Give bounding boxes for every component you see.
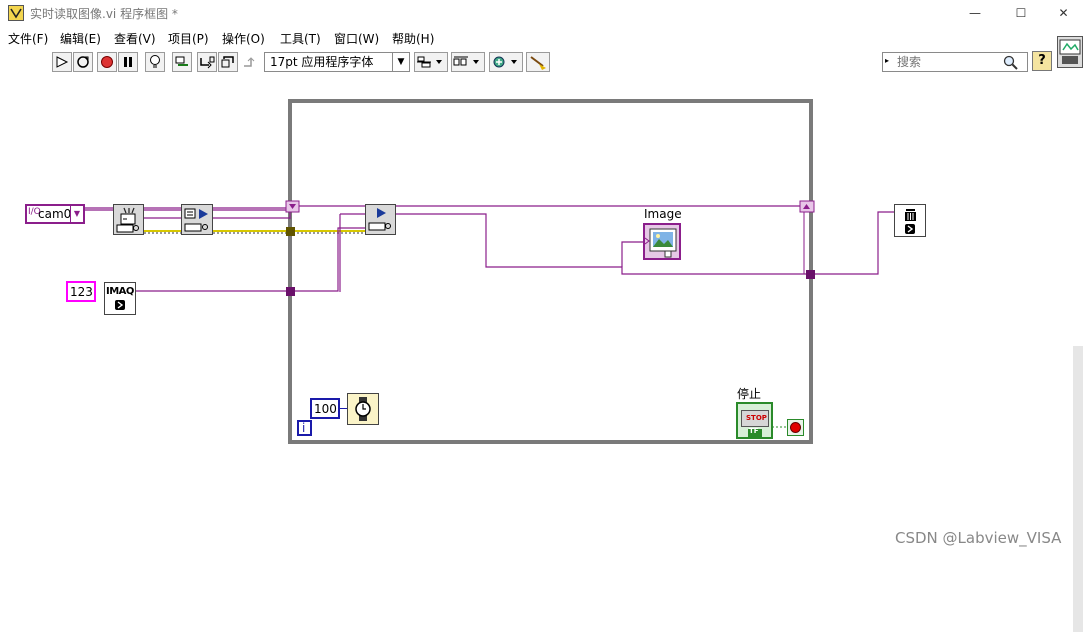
camera-name-value: cam0 [38,207,72,221]
step-into-button[interactable] [197,52,217,72]
menu-help[interactable]: 帮助(H) [392,30,434,47]
run-button[interactable] [52,52,72,72]
maximize-icon: ☐ [1015,6,1027,20]
vi-icon-pane[interactable] [1057,36,1083,68]
stop-button-terminal[interactable]: STOP TF [736,402,773,439]
align-objects-button[interactable] [414,52,448,72]
minimize-icon: — [969,6,981,20]
boolean-type-badge: TF [748,427,762,437]
close-icon: ✕ [1058,6,1069,20]
run-continuously-icon [77,56,89,68]
chevron-down-icon: ▼ [392,53,409,71]
run-continuously-button[interactable] [73,52,93,72]
grab-icon [368,208,391,231]
menu-file[interactable]: 文件(F) [8,30,48,47]
pause-icon [124,57,132,67]
cleanup-broom-icon [530,56,546,70]
search-icon[interactable] [1003,55,1019,71]
step-over-icon [221,56,234,68]
menu-tools[interactable]: 工具(T) [280,30,321,47]
stop-button-face: STOP [741,410,769,427]
image-display-icon [644,228,677,258]
configure-grab-icon [184,208,208,232]
maximize-button[interactable]: ☐ [998,0,1044,26]
image-indicator-label: Image [644,207,682,221]
iteration-terminal[interactable]: i [297,420,312,436]
wait-ms-value: 100 [314,402,337,416]
imaqdx-grab-node[interactable] [365,204,396,235]
imaq-label: IMAQ [106,286,134,297]
context-help-button[interactable]: ? [1032,51,1052,71]
reorder-button[interactable] [489,52,523,72]
font-select-value: 17pt 应用程序字体 [270,55,374,69]
abort-button[interactable] [97,52,117,72]
camera-name-constant[interactable]: I/O cam0 ▼ [25,204,85,224]
abort-icon [101,56,113,68]
loop-condition-terminal[interactable] [787,419,804,436]
distribute-icon [453,56,479,66]
menu-window[interactable]: 窗口(W) [334,30,379,47]
menu-operate[interactable]: 操作(O) [222,30,265,47]
step-out-button[interactable] [239,52,259,72]
imaqdx-close-camera-node[interactable] [894,204,926,237]
window-title: 实时读取图像.vi 程序框图 * [30,7,178,21]
menu-edit[interactable]: 编辑(E) [60,30,101,47]
image-indicator-terminal[interactable] [643,223,681,260]
run-arrow-icon [56,56,69,68]
vertical-scrollbar[interactable] [1073,346,1083,632]
reorder-icon [493,56,517,68]
chevron-down-icon[interactable]: ▼ [70,206,83,222]
boolean-type-text: TF [749,427,759,435]
wait-ms-constant[interactable]: 100 [310,398,340,419]
wait-ms-node[interactable] [347,393,379,425]
stop-if-true-icon [790,422,801,433]
iteration-label: i [302,421,306,435]
cleanup-diagram-button[interactable] [526,52,550,72]
retain-wire-values-button[interactable] [172,52,192,72]
wristwatch-icon [355,397,371,421]
imaqdx-open-camera-node[interactable] [113,204,144,235]
pause-button[interactable] [118,52,138,72]
step-out-icon [244,57,255,67]
minimize-button[interactable]: — [952,0,998,26]
labview-vi-icon [8,5,24,21]
probe-icon [175,56,188,66]
close-button[interactable]: ✕ [1044,0,1083,26]
menu-project[interactable]: 项目(P) [168,30,209,47]
while-loop-border [288,99,813,444]
stop-button-text: STOP [746,414,767,422]
step-over-button[interactable] [218,52,238,72]
image-name-value: 123 [70,285,93,299]
trash-icon [905,209,916,234]
wires-layer [84,99,896,444]
imaq-create-node[interactable]: IMAQ [104,282,136,315]
create-star-icon [115,300,125,310]
vi-connector-icon [1059,39,1081,64]
block-diagram-canvas[interactable]: I/O cam0 ▼ 123 IMAQ Image 100 i 停止 STOP … [0,76,1083,632]
search-scope-icon[interactable]: ▸ [885,56,889,65]
open-camera-icon [116,207,139,233]
imaqdx-configure-grab-node[interactable] [181,204,213,235]
menu-view[interactable]: 查看(V) [114,30,156,47]
distribute-objects-button[interactable] [451,52,485,72]
step-into-icon [200,56,215,69]
title-bar: 实时读取图像.vi 程序框图 * — ☐ ✕ [0,0,1083,26]
image-name-constant[interactable]: 123 [66,281,96,302]
watermark: CSDN @Labview_VISA [895,529,1062,547]
menu-bar: 文件(F) 编辑(E) 查看(V) 项目(P) 操作(O) 工具(T) 窗口(W… [0,27,1055,47]
search-box[interactable]: ▸ [882,52,1028,72]
highlight-execution-button[interactable] [145,52,165,72]
font-select[interactable]: 17pt 应用程序字体 ▼ [264,52,410,72]
lightbulb-icon [150,55,160,68]
search-input[interactable] [897,54,1001,70]
stop-control-label: 停止 [737,387,762,401]
align-icon [417,56,442,68]
